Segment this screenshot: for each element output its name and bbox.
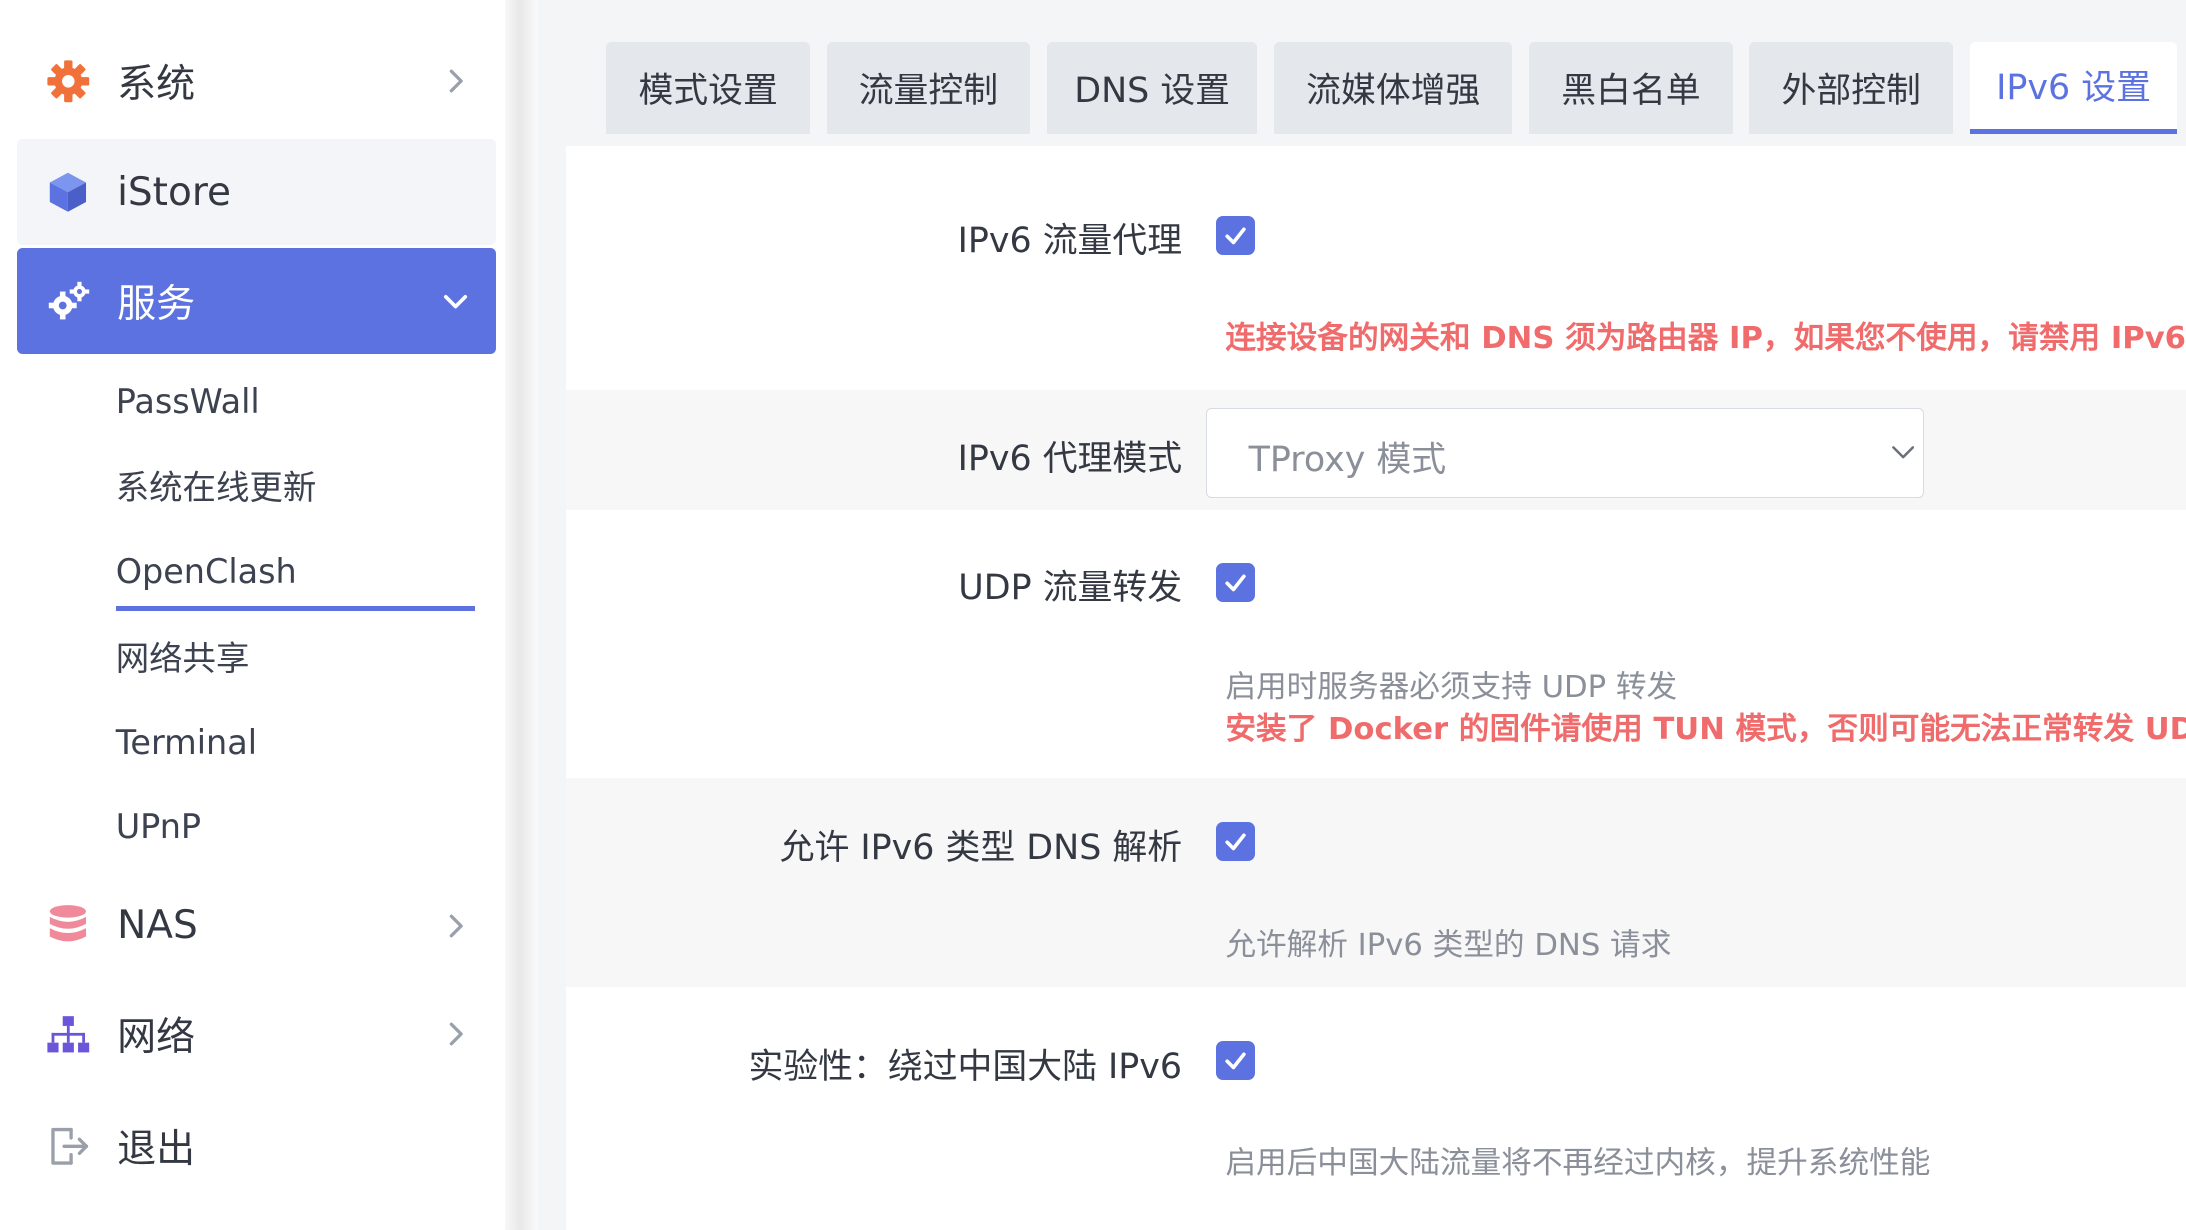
bypass-cn-desc: 启用后中国大陆流量将不再经过内核，提升系统性能	[1225, 1146, 1931, 1182]
nav-system-label: 系统	[117, 61, 196, 107]
check-icon	[1224, 227, 1246, 245]
submenu-system-update[interactable]: 系统在线更新	[116, 460, 317, 516]
ipv6-dns-desc: 允许解析 IPv6 类型的 DNS 请求	[1225, 927, 1672, 963]
tab-black-white-list[interactable]: 黑白名单	[1529, 41, 1733, 134]
submenu-passwall[interactable]: PassWall	[116, 374, 260, 430]
submenu-openclash[interactable]: OpenClash	[116, 544, 297, 600]
chevron-down-icon	[1892, 445, 1915, 459]
submenu-terminal[interactable]: Terminal	[116, 715, 257, 771]
bypass-cn-label: 实验性：绕过中国大陆 IPv6	[748, 1046, 1183, 1087]
tab-divider	[565, 133, 2186, 147]
udp-forward-checkbox[interactable]	[1215, 563, 1255, 603]
row-ipv6-dns: 允许 IPv6 类型 DNS 解析 允许解析 IPv6 类型的 DNS 请求	[565, 777, 2186, 987]
tab-streaming[interactable]: 流媒体增强	[1274, 41, 1513, 134]
sidebar-shadow	[504, 0, 539, 1230]
submenu-network-share[interactable]: 网络共享	[116, 631, 250, 687]
nav-istore[interactable]: iStore	[16, 139, 497, 246]
tab-external-control[interactable]: 外部控制	[1749, 41, 1953, 134]
chevron-down-icon	[444, 295, 468, 309]
nav-network[interactable]: 网络	[17, 981, 497, 1087]
ipv6-dns-checkbox[interactable]	[1215, 822, 1255, 862]
ipv6-proxy-warning: 连接设备的网关和 DNS 须为路由器 IP，如果您不使用，请禁用 IPv6	[1225, 321, 2186, 357]
submenu-upnp[interactable]: UPnP	[116, 799, 201, 855]
row-ipv6-mode: IPv6 代理模式 TProxy 模式	[565, 390, 2186, 511]
sidebar: 系统 iStore 服务 PassWall 系统在线更新 OpenClash 网…	[0, 0, 516, 1230]
nav-system[interactable]: 系统	[17, 28, 497, 134]
ipv6-mode-value: TProxy 模式	[1248, 439, 1447, 480]
cogs-icon	[45, 277, 92, 324]
cube-icon	[45, 169, 92, 216]
row-bypass-cn: 实验性：绕过中国大陆 IPv6 启用后中国大陆流量将不再经过内核，提升系统性能	[566, 987, 2186, 1230]
ipv6-proxy-label: IPv6 流量代理	[957, 221, 1183, 262]
nav-logout[interactable]: 退出	[17, 1093, 497, 1199]
nav-network-label: 网络	[117, 1015, 196, 1061]
bypass-cn-checkbox[interactable]	[1215, 1041, 1255, 1081]
chevron-right-icon	[449, 914, 464, 938]
nav-services[interactable]: 服务	[16, 248, 497, 355]
check-icon	[1224, 833, 1246, 851]
ipv6-proxy-checkbox[interactable]	[1215, 216, 1255, 256]
check-icon	[1224, 1052, 1246, 1070]
udp-forward-warning: 安装了 Docker 的固件请使用 TUN 模式，否则可能无法正常转发 UDP	[1225, 711, 2186, 747]
ipv6-mode-select[interactable]: TProxy 模式	[1205, 408, 1924, 498]
nav-services-label: 服务	[117, 282, 196, 328]
udp-forward-desc: 启用时服务器必须支持 UDP 转发	[1225, 669, 1678, 705]
chevron-right-icon	[449, 69, 464, 93]
row-ipv6-proxy: IPv6 流量代理 连接设备的网关和 DNS 须为路由器 IP，如果您不使用，请…	[566, 146, 2186, 390]
network-icon	[45, 1011, 92, 1058]
ipv6-dns-label: 允许 IPv6 类型 DNS 解析	[779, 827, 1183, 868]
tab-traffic-control[interactable]: 流量控制	[826, 41, 1031, 134]
udp-forward-label: UDP 流量转发	[958, 568, 1183, 609]
tab-dns-settings[interactable]: DNS 设置	[1046, 41, 1258, 134]
row-udp-forward: UDP 流量转发 启用时服务器必须支持 UDP 转发 安装了 Docker 的固…	[566, 510, 2186, 778]
gear-icon	[45, 57, 92, 104]
nav-istore-label: iStore	[117, 169, 232, 215]
chevron-right-icon	[449, 1022, 464, 1046]
database-icon	[45, 902, 92, 949]
nav-logout-label: 退出	[117, 1126, 196, 1172]
logout-icon	[45, 1122, 92, 1169]
tab-mode-settings[interactable]: 模式设置	[606, 41, 810, 134]
active-submenu-indicator	[115, 606, 476, 611]
nav-nas[interactable]: NAS	[17, 873, 497, 979]
ipv6-mode-label: IPv6 代理模式	[957, 438, 1183, 479]
nav-nas-label: NAS	[117, 903, 198, 949]
check-icon	[1224, 574, 1246, 592]
tab-ipv6-settings[interactable]: IPv6 设置	[1969, 41, 2178, 134]
